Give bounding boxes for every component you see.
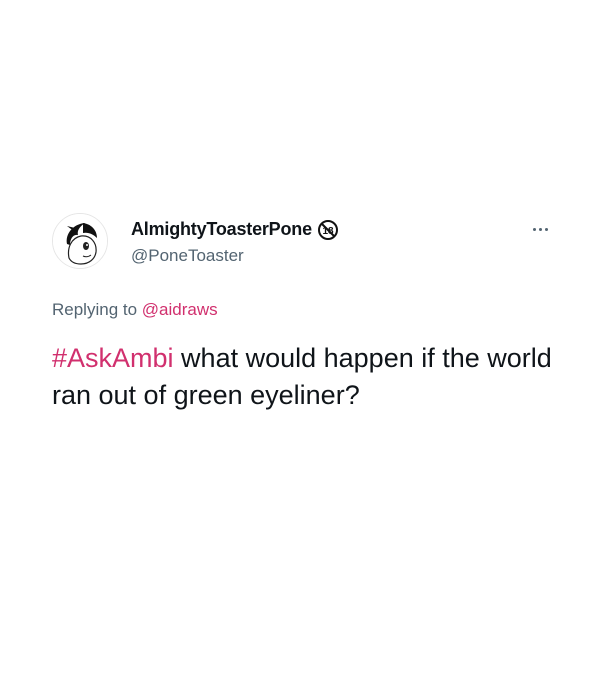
more-dot [538,227,542,231]
more-dot [532,227,536,231]
user-handle[interactable]: @PoneToaster [131,246,244,266]
author-line: AlmightyToasterPone 18 [131,219,338,240]
replying-prefix: Replying to [52,300,142,319]
avatar[interactable] [52,213,108,269]
tweet-text: #AskAmbi what would happen if the world … [52,340,572,414]
hashtag-link[interactable]: #AskAmbi [52,343,174,373]
display-name[interactable]: AlmightyToasterPone [131,219,312,240]
replying-mention-link[interactable]: @aidraws [142,300,218,319]
replying-to: Replying to @aidraws [52,300,218,320]
tweet-card: AlmightyToasterPone 18 @PoneToaster Repl… [0,0,609,680]
more-horizontal-icon[interactable] [528,222,552,236]
age-restriction-18-icon: 18 [317,219,338,240]
more-dot [544,227,548,231]
avatar-image [53,214,107,268]
